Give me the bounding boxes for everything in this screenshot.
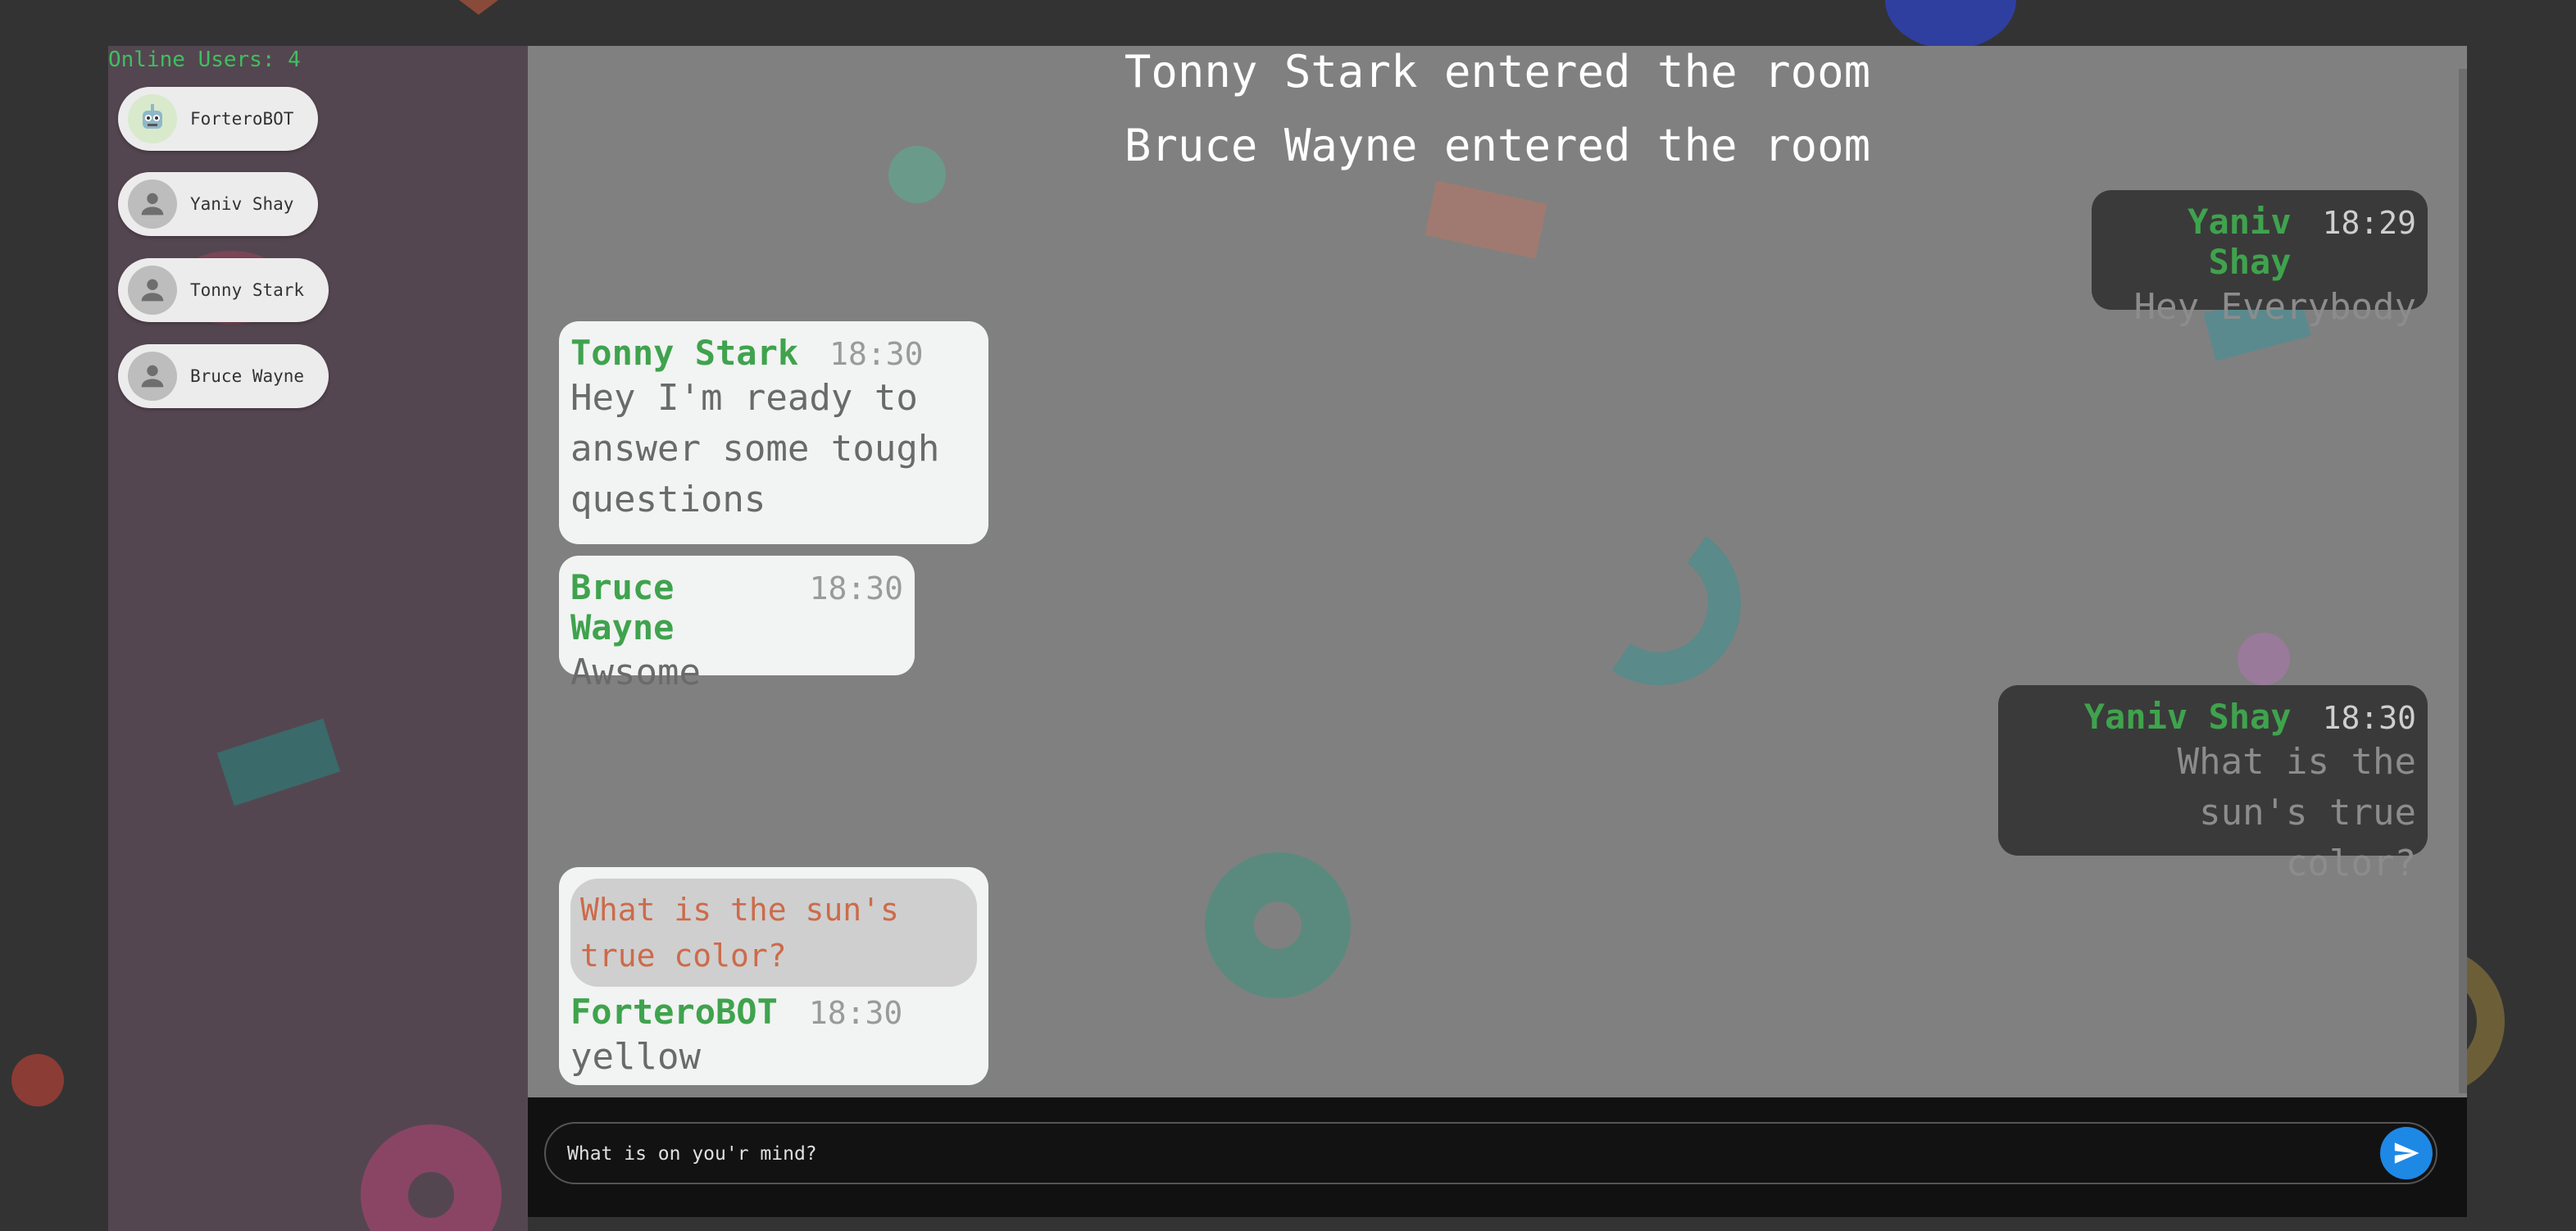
- background-circle-shape: [11, 1054, 64, 1106]
- user-name: Tonny Stark: [190, 280, 305, 300]
- background-ring-shape: [1564, 508, 1754, 698]
- user-item-tonny-stark[interactable]: Tonny Stark: [118, 258, 329, 322]
- chat-messages-area[interactable]: Tonny Stark entered the room Bruce Wayne…: [528, 46, 2467, 1097]
- message-text: Awsome: [570, 652, 701, 693]
- message-input[interactable]: [566, 1135, 2339, 1173]
- user-item-yaniv-shay[interactable]: Yaniv Shay: [118, 172, 319, 236]
- chat-message-incoming: What is the sun's true color? ForteroBOT…: [559, 867, 988, 1085]
- message-sender: Tonny Stark: [570, 333, 799, 373]
- message-sender: ForteroBOT: [570, 992, 778, 1032]
- chat-message-outgoing: Yaniv Shay 18:30 What is the sun's true …: [1998, 685, 2428, 884]
- message-time: 18:30: [809, 570, 903, 606]
- chat-message-incoming: Tonny Stark 18:30 Hey I'm ready to answe…: [559, 321, 988, 544]
- system-message: Tonny Stark entered the room: [1124, 46, 1871, 98]
- background-rect-shape: [216, 718, 341, 806]
- online-users-count: Online Users: 4: [108, 48, 301, 72]
- background-donut-shape: [1205, 852, 1351, 998]
- background-ring-shape: [1885, 0, 2016, 49]
- user-name: Bruce Wayne: [190, 366, 305, 386]
- user-name: ForteroBOT: [190, 109, 294, 129]
- person-icon: [128, 352, 177, 401]
- message-sender: Yaniv Shay: [2083, 697, 2292, 737]
- chat-message-incoming: Bruce Wayne 18:30 Awsome: [559, 556, 915, 693]
- send-icon: [2394, 1142, 2419, 1164]
- robot-avatar-icon: [128, 94, 177, 143]
- message-sender: Yaniv Shay: [2188, 202, 2292, 282]
- message-text: What is the sun's true color?: [2177, 741, 2416, 884]
- message-sender: Bruce Wayne: [570, 567, 675, 647]
- message-composer: [528, 1097, 2467, 1217]
- message-input-wrapper: [544, 1122, 2437, 1184]
- message-text: yellow: [570, 1036, 701, 1078]
- person-icon: [128, 179, 177, 229]
- send-button[interactable]: [2380, 1127, 2433, 1179]
- message-time: 18:30: [808, 995, 903, 1031]
- message-time: 18:30: [2322, 700, 2416, 736]
- person-icon: [128, 266, 177, 315]
- background-triangle-shape: [459, 0, 498, 15]
- background-circle-shape: [2238, 633, 2290, 685]
- online-users-sidebar: Online Users: 4 ForteroBOT Yaniv Shay To…: [108, 46, 528, 1231]
- system-message: Bruce Wayne entered the room: [1124, 120, 1871, 171]
- message-text: Hey I'm ready to answer some tough quest…: [570, 377, 940, 520]
- chat-message-outgoing: Yaniv Shay 18:29 Hey Everybody: [2092, 190, 2428, 328]
- message-text: Hey Everybody: [2133, 286, 2416, 328]
- background-donut-shape: [361, 1124, 502, 1231]
- quoted-message[interactable]: What is the sun's true color?: [570, 879, 977, 987]
- chat-scrollbar[interactable]: [2459, 69, 2467, 1093]
- background-rect-shape: [1424, 180, 1547, 259]
- message-time: 18:29: [2322, 205, 2416, 241]
- user-item-bruce-wayne[interactable]: Bruce Wayne: [118, 344, 329, 408]
- message-time: 18:30: [829, 336, 924, 372]
- user-name: Yaniv Shay: [190, 194, 294, 214]
- user-item-forterobot[interactable]: ForteroBOT: [118, 87, 319, 151]
